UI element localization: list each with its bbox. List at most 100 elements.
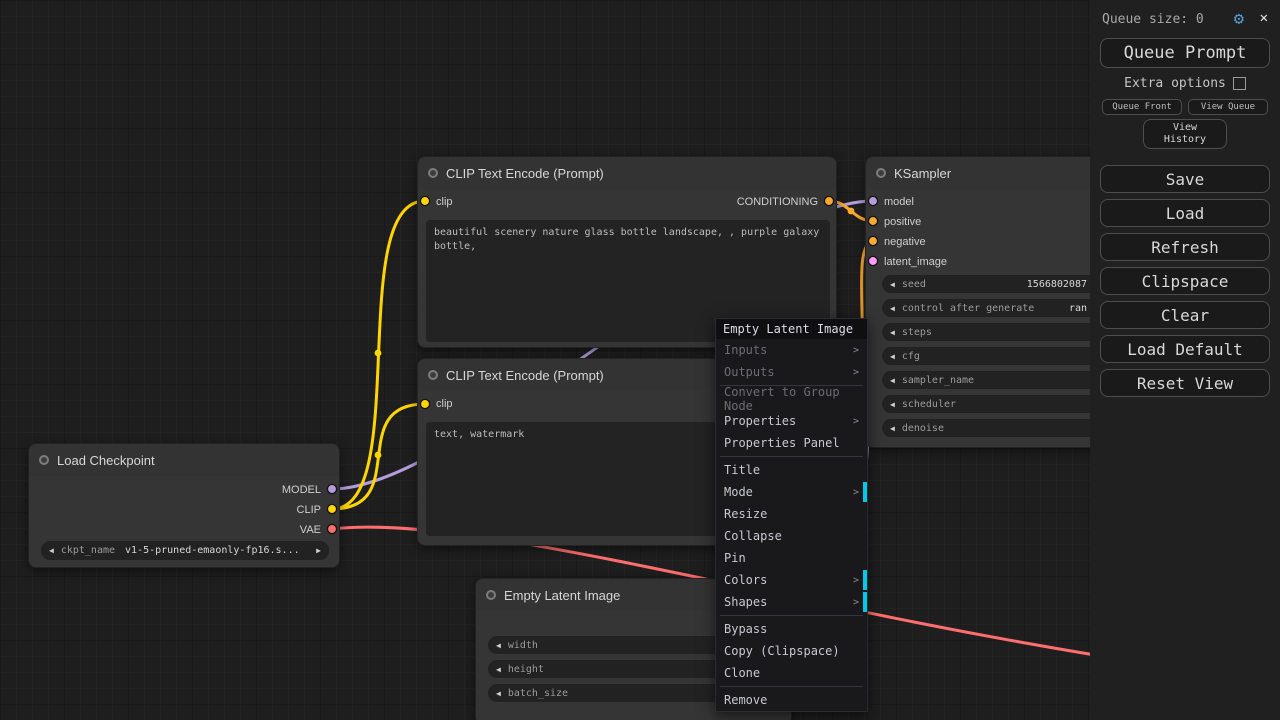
widget-left-arrow-icon[interactable]: ◀ — [890, 376, 895, 385]
settings-gear-icon[interactable]: ⚙ — [1234, 9, 1244, 29]
menu-item-label: Title — [724, 463, 760, 477]
menu-item-copy-clipspace[interactable]: Copy (Clipspace) — [716, 640, 867, 662]
combo-left-arrow-icon[interactable]: ◀ — [49, 546, 54, 555]
refresh-button[interactable]: Refresh — [1100, 233, 1270, 261]
menu-item-label: Resize — [724, 507, 767, 521]
widget-label: height — [508, 664, 544, 675]
widget-label: batch_size — [508, 688, 568, 699]
submenu-arrow-icon: > — [853, 487, 859, 498]
widget-label: ckpt_name — [61, 545, 115, 556]
menu-item-label: Shapes — [724, 595, 767, 609]
queue-prompt-button[interactable]: Queue Prompt — [1100, 38, 1270, 68]
comfyui-app: Load Checkpoint MODEL CLIP VAE ◀ ckpt_na… — [0, 0, 1280, 720]
menu-item-outputs: Outputs > — [716, 361, 867, 383]
collapse-dot-icon[interactable] — [428, 370, 438, 380]
menu-item-colors[interactable]: Colors > — [716, 569, 867, 591]
menu-item-shapes[interactable]: Shapes > — [716, 591, 867, 613]
menu-item-label: Mode — [724, 485, 753, 499]
load-button[interactable]: Load — [1100, 199, 1270, 227]
output-slot-model: MODEL — [282, 483, 321, 497]
menu-separator — [720, 456, 863, 457]
submenu-arrow-icon: > — [853, 345, 859, 356]
menu-item-label: Inputs — [724, 343, 767, 357]
submenu-accent-bar — [863, 482, 867, 502]
widget-label: sampler_name — [902, 375, 974, 386]
widget-left-arrow-icon[interactable]: ◀ — [496, 689, 501, 698]
submenu-arrow-icon: > — [853, 597, 859, 608]
menu-separator — [720, 615, 863, 616]
menu-item-resize[interactable]: Resize — [716, 503, 867, 525]
menu-item-remove[interactable]: Remove — [716, 689, 867, 711]
combo-right-arrow-icon[interactable]: ▶ — [316, 546, 321, 555]
comfy-menu-panel: Queue size: 0 ⚙ ✕ Queue Prompt Extra opt… — [1090, 0, 1280, 720]
widget-left-arrow-icon[interactable]: ◀ — [890, 328, 895, 337]
menu-item-mode[interactable]: Mode > — [716, 481, 867, 503]
menu-item-label: Properties — [724, 414, 796, 428]
menu-item-label: Colors — [724, 573, 767, 587]
menu-item-clone[interactable]: Clone — [716, 662, 867, 684]
widget-left-arrow-icon[interactable]: ◀ — [496, 665, 501, 674]
input-slot-model: model — [884, 195, 914, 209]
clipspace-button[interactable]: Clipspace — [1100, 267, 1270, 295]
ckpt-name-combo-widget[interactable]: ◀ ckpt_name v1-5-pruned-emaonly-fp16.s..… — [41, 541, 329, 560]
widget-value: v1-5-pruned-emaonly-fp16.s... — [125, 545, 300, 556]
output-slot-clip: CLIP — [297, 503, 321, 517]
menu-item-label: Remove — [724, 693, 767, 707]
extra-options-checkbox[interactable] — [1233, 77, 1246, 90]
menu-item-label: Convert to Group Node — [724, 385, 859, 413]
menu-item-label: Clone — [724, 666, 760, 680]
node-context-menu: Empty Latent Image Inputs > Outputs > Co… — [715, 318, 868, 712]
output-slot-vae: VAE — [300, 523, 321, 537]
menu-item-pin[interactable]: Pin — [716, 547, 867, 569]
save-button[interactable]: Save — [1100, 165, 1270, 193]
link-mid-dot — [375, 350, 382, 357]
node-title: CLIP Text Encode (Prompt) — [446, 368, 604, 383]
menu-item-collapse[interactable]: Collapse — [716, 525, 867, 547]
menu-item-properties-panel[interactable]: Properties Panel — [716, 432, 867, 454]
view-history-button[interactable]: View History — [1143, 119, 1227, 149]
menu-item-properties[interactable]: Properties > — [716, 410, 867, 432]
menu-item-bypass[interactable]: Bypass — [716, 618, 867, 640]
output-slot-conditioning: CONDITIONING — [737, 195, 818, 209]
collapse-dot-icon[interactable] — [876, 168, 886, 178]
node-load-checkpoint[interactable]: Load Checkpoint MODEL CLIP VAE ◀ ckpt_na… — [28, 443, 340, 568]
clear-button[interactable]: Clear — [1100, 301, 1270, 329]
menu-item-convert-to-group-node: Convert to Group Node — [716, 388, 867, 410]
close-icon[interactable]: ✕ — [1260, 10, 1268, 26]
menu-item-inputs: Inputs > — [716, 339, 867, 361]
link-mid-dot — [375, 452, 382, 459]
widget-left-arrow-icon[interactable]: ◀ — [890, 352, 895, 361]
widget-label: denoise — [902, 423, 944, 434]
widget-left-arrow-icon[interactable]: ◀ — [890, 280, 895, 289]
node-titlebar[interactable]: Load Checkpoint — [29, 444, 339, 476]
menu-item-label: Collapse — [724, 529, 782, 543]
extra-options-label: Extra options — [1124, 76, 1226, 91]
menu-item-label: Bypass — [724, 622, 767, 636]
node-title: Empty Latent Image — [504, 588, 620, 603]
submenu-accent-bar — [863, 592, 867, 612]
widget-left-arrow-icon[interactable]: ◀ — [496, 641, 501, 650]
input-slot-latent-image: latent_image — [884, 255, 947, 269]
menu-item-label: Pin — [724, 551, 746, 565]
input-slot-positive: positive — [884, 215, 921, 229]
collapse-dot-icon[interactable] — [486, 590, 496, 600]
reset-view-button[interactable]: Reset View — [1100, 369, 1270, 397]
node-title: CLIP Text Encode (Prompt) — [446, 166, 604, 181]
extra-options-row: Extra options — [1090, 76, 1280, 91]
queue-front-button[interactable]: Queue Front — [1102, 99, 1182, 115]
menu-item-label: Copy (Clipspace) — [724, 644, 840, 658]
node-titlebar[interactable]: CLIP Text Encode (Prompt) — [418, 157, 836, 189]
collapse-dot-icon[interactable] — [428, 168, 438, 178]
menu-item-label: Properties Panel — [724, 436, 840, 450]
submenu-accent-bar — [863, 570, 867, 590]
input-slot-clip: clip — [436, 397, 453, 411]
widget-left-arrow-icon[interactable]: ◀ — [890, 424, 895, 433]
view-queue-button[interactable]: View Queue — [1188, 99, 1268, 115]
widget-left-arrow-icon[interactable]: ◀ — [890, 304, 895, 313]
menu-item-title[interactable]: Title — [716, 459, 867, 481]
widget-left-arrow-icon[interactable]: ◀ — [890, 400, 895, 409]
widget-label: cfg — [902, 351, 920, 362]
collapse-dot-icon[interactable] — [39, 455, 49, 465]
load-default-button[interactable]: Load Default — [1100, 335, 1270, 363]
widget-value: 1566802087 — [1027, 279, 1087, 290]
